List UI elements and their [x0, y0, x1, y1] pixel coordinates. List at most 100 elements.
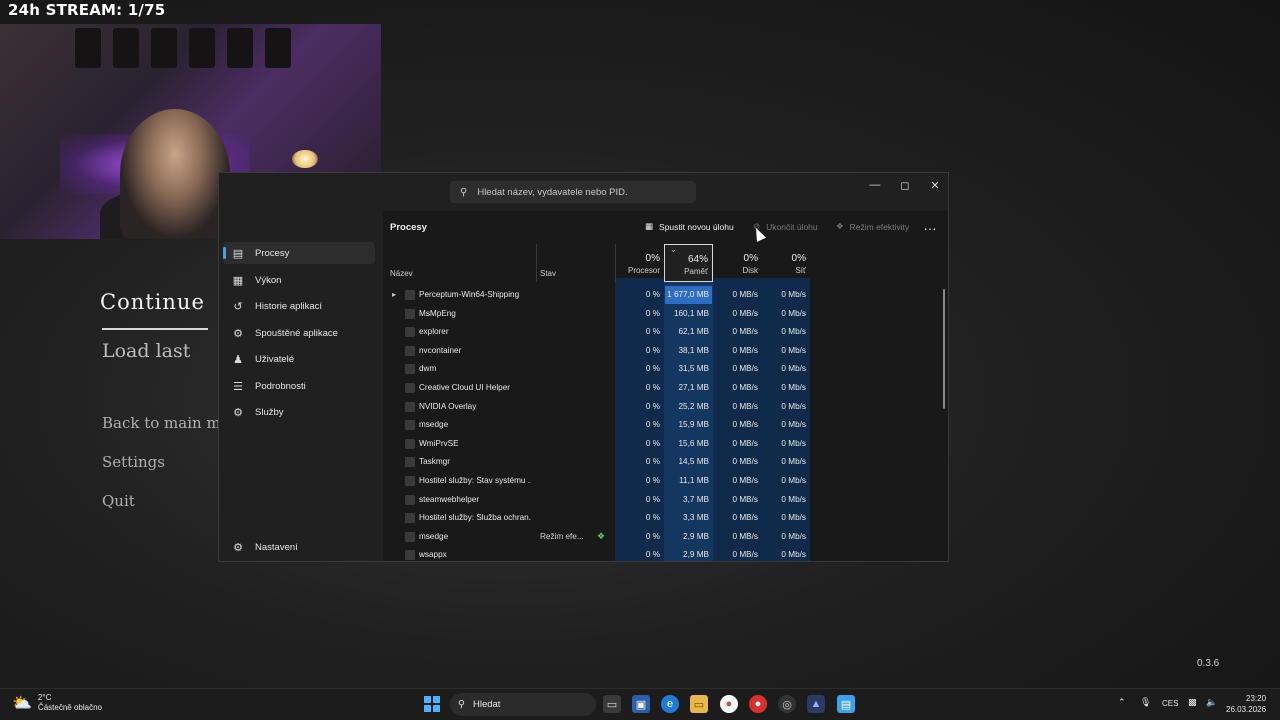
network-cell: 0 Mb/s [781, 513, 806, 523]
network-cell: 0 Mb/s [781, 550, 806, 560]
search-placeholder: Hledat název, vydavatele nebo PID. [477, 186, 628, 198]
process-icon [405, 531, 415, 542]
close-button[interactable]: ✕ [925, 179, 945, 192]
task-manager-taskbar-icon[interactable]: ▤ [837, 695, 855, 713]
obs-icon[interactable]: ◎ [778, 695, 796, 713]
button-label: Ukončit úlohu [766, 221, 818, 232]
search-label: Hledat [472, 699, 501, 710]
efficiency-leaf-icon: ❖ [597, 530, 606, 541]
disk-column-header[interactable]: 0% Disk [713, 244, 762, 282]
network-icon[interactable]: ▩ [1188, 697, 1197, 708]
taskbar-search[interactable]: ⚲ Hledat [450, 693, 596, 716]
startup-apps-icon: ⚙ [233, 327, 243, 340]
language-indicator[interactable]: CES [1162, 699, 1178, 708]
nav-startup-apps[interactable]: ⚙ Spouštěné aplikace [223, 322, 375, 344]
memory-cell: 11,1 MB [679, 476, 709, 485]
disk-cell: 0 MB/s [732, 513, 758, 523]
memory-cell: 2,9 MB [683, 550, 709, 560]
title-bar[interactable]: ⚲ Hledat název, vydavatele nebo PID. — ◻… [383, 173, 948, 211]
process-row[interactable]: NVIDIA Overlay 0 % 25,2 MB 0 MB/s 0 Mb/s [383, 398, 948, 417]
store-icon[interactable]: ▣ [632, 695, 650, 713]
network-total: 0% [791, 253, 806, 264]
more-options-icon[interactable]: … [923, 217, 938, 233]
process-row[interactable]: ▸ Perceptum-Win64-Shipping 0 % 1 677,0 MB 0 … [383, 286, 948, 305]
disk-cell: 0 MB/s [732, 345, 758, 355]
nav-performance[interactable]: ▦ Výkon [223, 269, 375, 291]
cpu-cell: 0 % [645, 420, 660, 430]
task-view-icon[interactable]: ▭ [603, 695, 621, 713]
cpu-total: 0% [645, 253, 660, 264]
status-column-header[interactable]: Stav [540, 244, 615, 282]
process-row[interactable]: Taskmgr 0 % 14,5 MB 0 MB/s 0 Mb/s [383, 453, 948, 472]
network-cell: 0 Mb/s [781, 290, 806, 299]
unreal-app-icon[interactable]: ▲ [807, 695, 825, 713]
microphone-icon[interactable]: 🎙 [1140, 697, 1151, 708]
button-label: Spustit novou úlohu [659, 221, 734, 232]
network-cell: 0 Mb/s [781, 494, 806, 504]
chevron-right-icon[interactable]: ▸ [392, 290, 396, 299]
efficiency-mode-button[interactable]: ❖ Režim efektivity [836, 221, 909, 232]
process-row[interactable]: WmiPrvSE 0 % 15,6 MB 0 MB/s 0 Mb/s [383, 435, 948, 454]
settings-option[interactable]: Settings [102, 453, 165, 471]
process-row[interactable]: nvcontainer 0 % 38,1 MB 0 MB/s 0 Mb/s [383, 342, 948, 361]
quit-option[interactable]: Quit [102, 492, 135, 510]
process-row[interactable]: msedge 0 % 15,9 MB 0 MB/s 0 Mb/s [383, 416, 948, 435]
process-icon [405, 345, 415, 356]
nav-users[interactable]: ♟ Uživatelé [223, 348, 375, 370]
minimize-button[interactable]: — [865, 179, 885, 191]
file-explorer-icon[interactable]: ▭ [690, 695, 708, 713]
process-icon [405, 383, 415, 393]
processes-panel: Procesy ▦ Spustit novou úlohu ⊘ Ukončit … [383, 211, 948, 561]
weather-widget[interactable]: ⛅ 2°C Částečně oblačno [12, 693, 102, 713]
memory-cell: 31,5 MB [678, 364, 710, 374]
network-cell: 0 Mb/s [781, 531, 806, 541]
run-new-task-button[interactable]: ▦ Spustit novou úlohu [645, 221, 734, 232]
process-name: WmiPrvSE [419, 438, 459, 448]
button-label: Režim efektivity [849, 221, 910, 232]
chrome-icon[interactable]: ● [720, 695, 738, 713]
cpu-cell: 0 % [645, 438, 660, 448]
stream-title: 24h STREAM: 1/75 [8, 1, 166, 19]
process-icon [405, 457, 415, 468]
search-input[interactable]: ⚲ Hledat název, vydavatele nebo PID. [450, 181, 696, 203]
disk-cell: 0 MB/s [732, 383, 758, 392]
nav-services[interactable]: ⚙ Služby [223, 401, 375, 423]
memory-cell: 14,5 MB [678, 457, 710, 467]
system-clock[interactable]: 23:20 26.03.2026 [1226, 693, 1266, 715]
network-column-header[interactable]: 0% Síť [762, 244, 810, 282]
process-name: nvcontainer [419, 345, 462, 355]
process-row[interactable]: explorer 0 % 62,1 MB 0 MB/s 0 Mb/s [383, 323, 948, 342]
process-row[interactable]: dwm 0 % 31,5 MB 0 MB/s 0 Mb/s [383, 360, 948, 379]
name-column-header[interactable]: Název [390, 244, 535, 282]
process-name: NVIDIA Overlay [419, 401, 477, 411]
scrollbar[interactable] [943, 289, 945, 409]
chevron-up-icon[interactable]: ⌃ [1118, 697, 1126, 708]
edge-icon[interactable]: e [661, 695, 679, 713]
process-name: Hostitel služby: Služba ochran... [419, 513, 531, 523]
cpu-cell: 0 % [645, 383, 660, 392]
process-row[interactable]: steamwebhelper 0 % 3,7 MB 0 MB/s 0 Mb/s [383, 491, 948, 510]
process-row[interactable]: Hostitel služby: Stav systému ... 0 % 11,1… [383, 472, 948, 491]
volume-icon[interactable]: 🔈 [1206, 697, 1217, 708]
page-title: Procesy [390, 222, 427, 233]
process-row[interactable]: MsMpEng 0 % 160,1 MB 0 MB/s 0 Mb/s [383, 305, 948, 324]
header-label: Paměť [684, 267, 708, 276]
nav-app-history[interactable]: ↺ Historie aplikací [223, 295, 375, 317]
nav-processes[interactable]: ▤ Procesy [223, 242, 375, 264]
cpu-column-header[interactable]: 0% Procesor [615, 244, 664, 282]
process-row[interactable]: Hostitel služby: Služba ochran... 0 % 3,3 … [383, 509, 948, 528]
process-row[interactable]: Creative Cloud UI Helper 0 % 27,1 MB 0 MB/s… [383, 379, 948, 398]
back-to-main-option[interactable]: Back to main m [102, 414, 221, 432]
load-last-option[interactable]: Load last [102, 340, 190, 362]
nav-details[interactable]: ☰ Podrobnosti [223, 375, 375, 397]
memory-column-header[interactable]: ⌄ 64% Paměť [664, 244, 713, 282]
continue-option[interactable]: Continue [100, 290, 205, 314]
start-button[interactable] [424, 696, 440, 712]
nav-settings[interactable]: ⚙ Nastavení [223, 536, 375, 558]
process-row[interactable]: msedge Režim efe... ❖ 0 % 2,9 MB 0 MB/s 0 Mb/s [383, 528, 948, 547]
maximize-button[interactable]: ◻ [895, 179, 915, 192]
memory-cell: 25,2 MB [678, 401, 710, 411]
process-row[interactable]: wsappx 0 % 2,9 MB 0 MB/s 0 Mb/s [383, 546, 948, 561]
performance-icon: ▦ [232, 274, 244, 287]
obs-record-icon[interactable]: ● [749, 695, 767, 713]
